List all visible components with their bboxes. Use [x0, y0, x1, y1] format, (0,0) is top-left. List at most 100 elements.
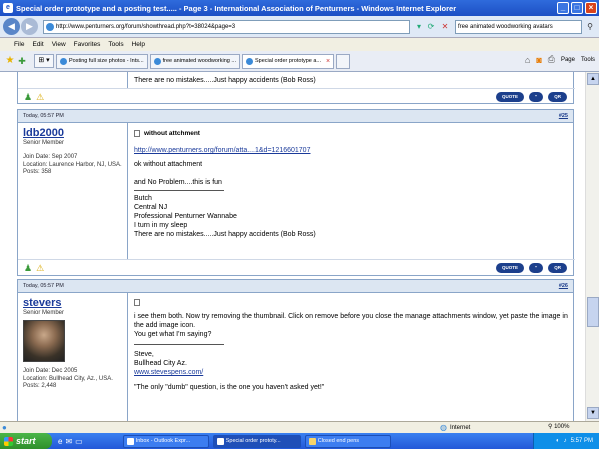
tools-menu[interactable]: Tools: [581, 57, 595, 63]
address-url: http://www.penturners.org/forum/showthre…: [56, 24, 236, 30]
post-title-text: without attchment: [144, 130, 200, 137]
print-icon[interactable]: ⎙: [548, 54, 555, 65]
signature-line: I turn in my sleep: [134, 222, 188, 229]
zoom-control[interactable]: ⚲ 100%: [548, 423, 569, 430]
outlook-launch-icon[interactable]: ✉: [65, 437, 72, 446]
scroll-down-icon[interactable]: ▼: [587, 407, 599, 419]
post-number-link[interactable]: #25: [559, 113, 568, 119]
task-label: Special order prototy...: [225, 437, 281, 444]
quick-reply-button[interactable]: QR: [548, 92, 567, 102]
signature-line: Steve,: [134, 351, 154, 358]
desktop-launch-icon[interactable]: ▭: [75, 437, 83, 446]
quick-tabs-button[interactable]: ⊞ ▾: [34, 54, 54, 68]
tray-icon[interactable]: ◐: [556, 438, 560, 444]
user-online-icon[interactable]: ♟: [24, 92, 32, 103]
stop-icon[interactable]: ✕: [440, 22, 450, 32]
post-26: Today, 05:57 PM #26 stevers Senior Membe…: [17, 279, 574, 421]
report-post-icon[interactable]: ⚠: [36, 92, 44, 103]
favorites-star-icon[interactable]: ★: [4, 55, 16, 67]
signature-line: Central NJ: [134, 204, 168, 211]
post-count: Posts: 358: [23, 169, 52, 175]
avatar[interactable]: [23, 320, 65, 362]
post-number-link[interactable]: #26: [559, 283, 568, 289]
outlook-icon: [126, 437, 134, 445]
menu-view[interactable]: View: [52, 41, 66, 48]
start-button[interactable]: start: [0, 433, 52, 449]
dropdown-icon[interactable]: ▾: [414, 22, 424, 32]
address-field[interactable]: http://www.penturners.org/forum/showthre…: [43, 20, 410, 34]
feeds-icon[interactable]: ◙: [536, 55, 541, 65]
window-titlebar: e Special order prototype and a posting …: [0, 0, 599, 16]
page-menu[interactable]: Page: [561, 57, 575, 63]
tab-free-animated[interactable]: free animated woodworking ...: [149, 53, 240, 69]
website-link[interactable]: www.stevespens.com/: [134, 368, 570, 377]
back-button[interactable]: ◀: [3, 18, 20, 35]
ie-launch-icon[interactable]: e: [58, 437, 62, 446]
user-column: stevers Senior Member Join Date: Dec 200…: [18, 293, 128, 421]
user-location: Location: Bullhead City, Az., USA.: [23, 375, 113, 382]
tab-label: free animated woodworking ...: [162, 57, 236, 64]
search-value: free animated woodworking avatars: [458, 24, 553, 30]
message-line: i see them both. Now try removing the th…: [134, 313, 568, 329]
report-post-icon[interactable]: ⚠: [36, 263, 44, 274]
signature-line: There are no mistakes.....Just happy acc…: [134, 231, 316, 238]
taskbar: start e ✉ ▭ Inbox - Outlook Expr... Spec…: [0, 433, 599, 449]
post-footer: ♟ ⚠ QUOTE “ QR: [18, 259, 575, 275]
address-toolbar: ◀ ▶ http://www.penturners.org/forum/show…: [0, 16, 599, 38]
tab-posting-photos[interactable]: Posting full size photos - Ints...: [56, 53, 148, 69]
post-header: Today, 05:57 PM #26: [18, 280, 573, 293]
tab-special-order[interactable]: Special order prototype a... ×: [241, 53, 335, 69]
post-title: without attchment: [134, 129, 570, 138]
user-online-icon[interactable]: ♟: [24, 263, 32, 274]
post-date: Today, 05:57 PM: [23, 283, 64, 289]
new-tab-button[interactable]: [336, 53, 351, 69]
task-special-order[interactable]: Special order prototy...: [212, 434, 301, 448]
volume-icon[interactable]: ♪: [564, 438, 567, 444]
menu-file[interactable]: File: [14, 41, 24, 48]
quote-button[interactable]: QUOTE: [495, 263, 524, 273]
vertical-scrollbar[interactable]: ▲ ▼: [585, 72, 599, 421]
post-previous: There are no mistakes.....Just happy acc…: [17, 72, 575, 104]
menu-favorites[interactable]: Favorites: [74, 41, 101, 48]
quote-button[interactable]: QUOTE: [495, 92, 524, 102]
page-icon: [46, 23, 54, 31]
close-button[interactable]: ×: [585, 2, 597, 14]
tab-label: Special order prototype a...: [254, 57, 322, 64]
maximize-button[interactable]: □: [571, 2, 583, 14]
task-inbox[interactable]: Inbox - Outlook Expr...: [122, 434, 209, 448]
menu-edit[interactable]: Edit: [32, 41, 43, 48]
user-rank: Senior Member: [23, 140, 65, 146]
attachment-link[interactable]: http://www.penturners.org/forum/atta....…: [134, 146, 570, 155]
menu-help[interactable]: Help: [132, 41, 145, 48]
username-link[interactable]: ldb2000: [23, 127, 122, 139]
refresh-icon[interactable]: ⟳: [426, 22, 436, 32]
menu-tools[interactable]: Tools: [108, 41, 123, 48]
window-title: Special order prototype and a posting te…: [16, 3, 457, 13]
signature-quote: "The only "dumb" question, is the one yo…: [134, 384, 325, 391]
close-tab-icon[interactable]: ×: [326, 55, 330, 68]
security-zone[interactable]: ◍ Internet: [440, 423, 470, 432]
task-label: Inbox - Outlook Expr...: [135, 437, 191, 444]
start-label: start: [16, 436, 36, 446]
globe-icon: ◍: [440, 423, 447, 432]
message-column: i see them both. Now try removing the th…: [134, 295, 570, 396]
signature-line: Bullhead City Az.: [134, 360, 187, 367]
folder-icon: [308, 437, 316, 445]
search-icon[interactable]: ⚲: [584, 21, 596, 33]
task-closed-end-pens[interactable]: Closed end pens: [304, 434, 391, 448]
magnifier-icon: ⚲: [548, 424, 553, 430]
quick-reply-button[interactable]: QR: [548, 263, 567, 273]
add-favorites-icon[interactable]: ✚: [16, 55, 28, 67]
tab-page-icon: [60, 57, 67, 65]
scroll-thumb[interactable]: [587, 297, 599, 327]
document-icon: [134, 130, 140, 137]
home-icon[interactable]: ⌂: [525, 55, 530, 65]
username-link[interactable]: stevers: [23, 297, 122, 309]
scroll-up-icon[interactable]: ▲: [587, 73, 599, 85]
minimize-button[interactable]: _: [557, 2, 569, 14]
multiquote-button[interactable]: “: [529, 92, 544, 102]
post-count: Posts: 2,448: [23, 383, 57, 389]
forward-button[interactable]: ▶: [21, 18, 38, 35]
search-input[interactable]: free animated woodworking avatars: [455, 20, 582, 34]
multiquote-button[interactable]: “: [529, 263, 544, 273]
